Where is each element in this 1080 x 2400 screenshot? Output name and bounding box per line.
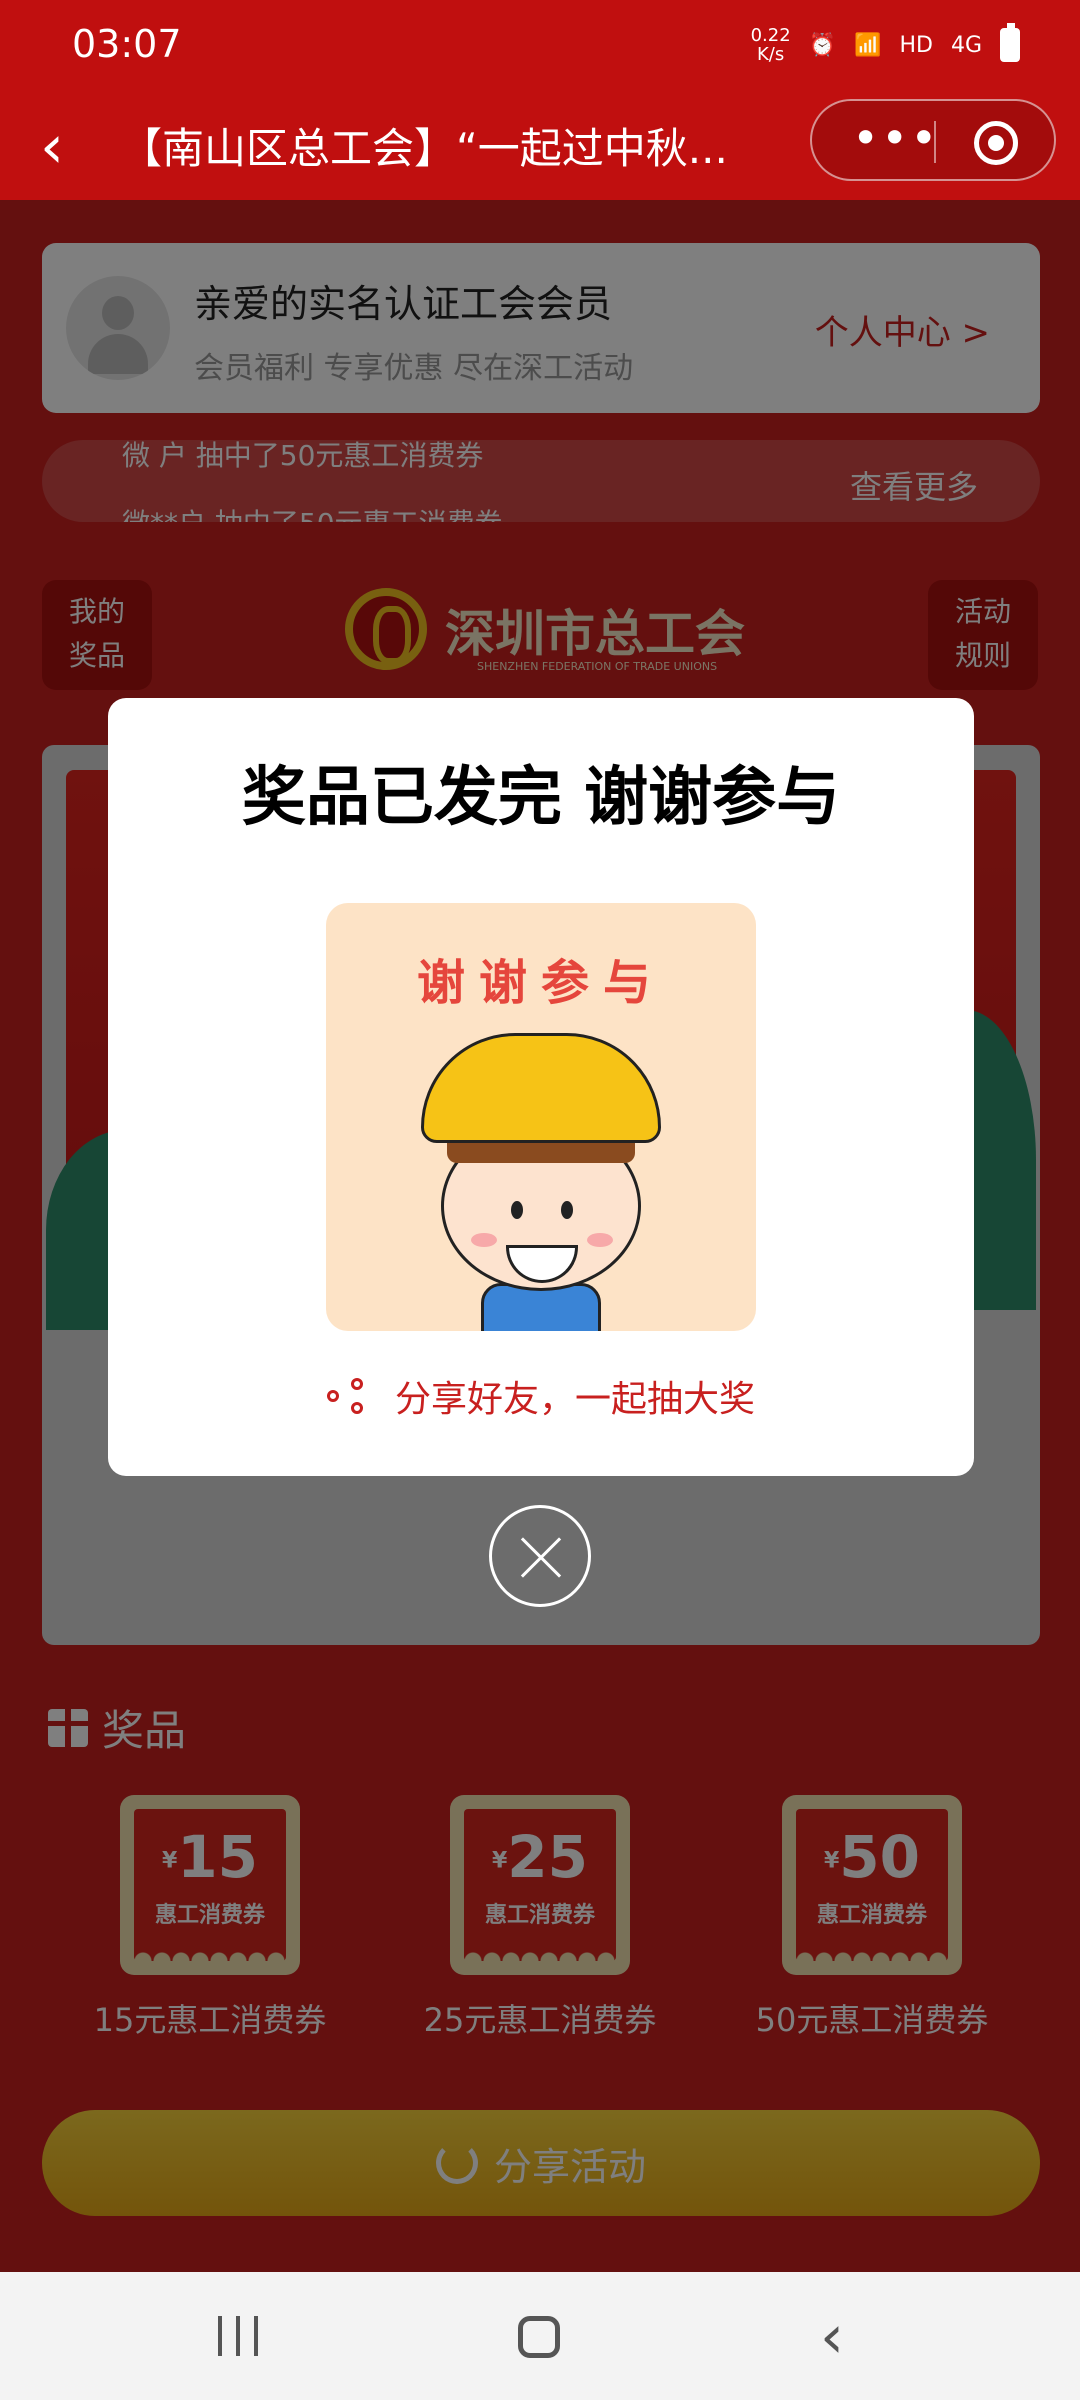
miniprogram-capsule: ••• xyxy=(810,99,1056,181)
battery-icon xyxy=(1000,23,1020,62)
network-speed-value: 0.22 xyxy=(750,25,791,46)
clock: 03:07 xyxy=(72,22,182,66)
close-modal-button[interactable] xyxy=(489,1505,591,1607)
share-friends-text: 分享好友，一起抽大奖 xyxy=(394,1379,755,1420)
target-icon[interactable] xyxy=(974,121,1018,165)
system-nav-bar: ‹ xyxy=(0,2272,1080,2400)
illustration-text: 谢谢参与 xyxy=(416,955,665,1011)
modal-title: 奖品已发完 谢谢参与 xyxy=(241,761,841,835)
home-icon[interactable] xyxy=(518,2316,560,2358)
share-friends-link[interactable]: 分享好友，一起抽大奖 xyxy=(108,1370,974,1422)
thanks-illustration: 谢谢参与 xyxy=(326,903,756,1331)
status-icons: 0.22 K/s ⏰ 📶 HD 4G xyxy=(751,23,1020,64)
status-bar: 03:07 0.22 K/s ⏰ 📶 HD 4G xyxy=(0,0,1080,95)
network-type: 4G xyxy=(950,32,982,58)
back-icon[interactable]: ‹ xyxy=(820,2302,844,2372)
more-dots-icon[interactable]: ••• xyxy=(852,111,939,165)
network-speed: 0.22 K/s xyxy=(751,26,791,64)
title-bar: ‹ 【南山区总工会】“一起过中秋... ••• xyxy=(0,95,1080,200)
capsule-divider xyxy=(934,121,936,163)
wifi-icon: 📶 xyxy=(854,32,882,58)
hd-label: HD xyxy=(899,32,933,58)
network-speed-unit: K/s xyxy=(756,44,785,65)
result-modal: 奖品已发完 谢谢参与 谢谢参与 分享好友，一起抽大奖 xyxy=(108,698,974,1476)
page-title: 【南山区总工会】“一起过中秋... xyxy=(120,124,728,173)
back-chevron-icon[interactable]: ‹ xyxy=(40,117,64,177)
share-icon xyxy=(326,1376,367,1416)
recent-apps-icon[interactable] xyxy=(218,2316,258,2356)
alarm-icon: ⏰ xyxy=(808,32,837,58)
worker-character-icon xyxy=(401,1033,681,1331)
